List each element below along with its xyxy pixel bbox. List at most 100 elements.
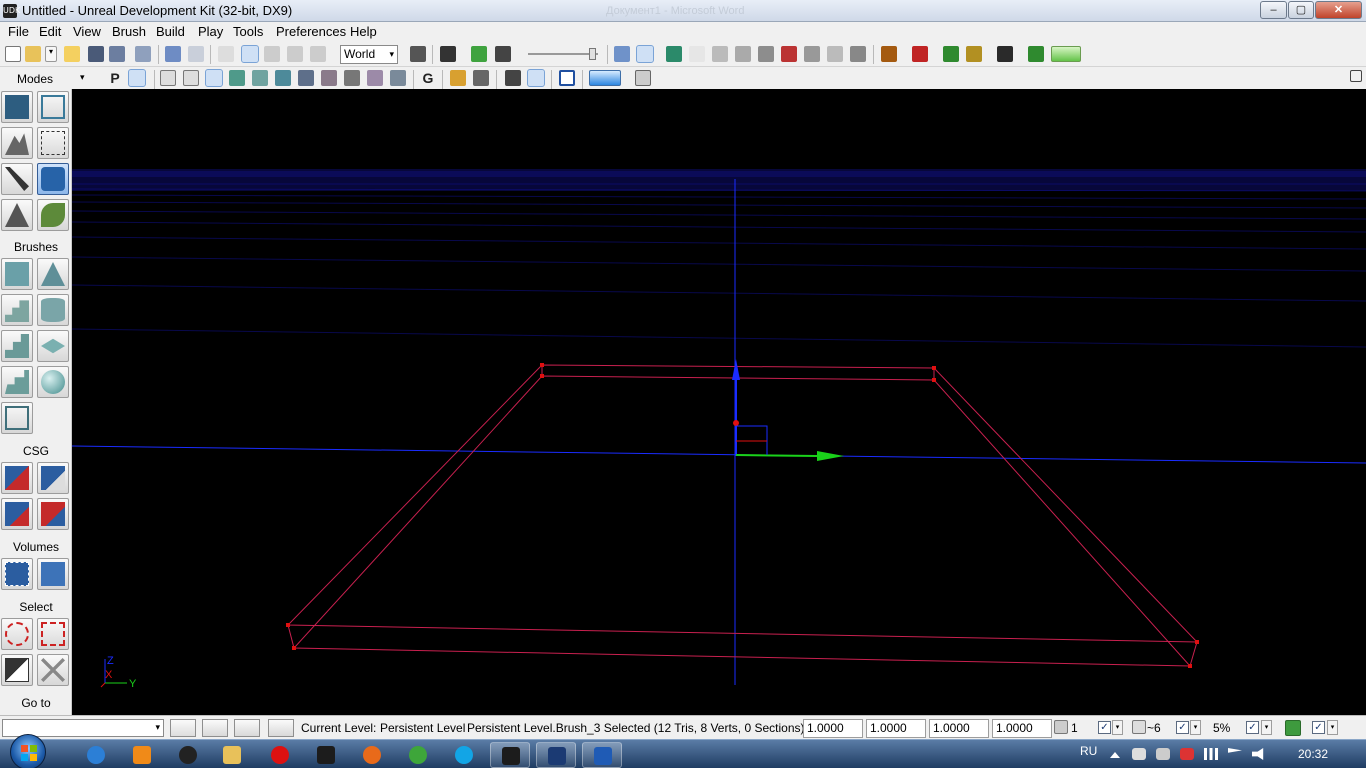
taskbar-firefox[interactable]: [352, 742, 392, 768]
scale-snap-value[interactable]: 5%: [1213, 721, 1230, 735]
scale-mode-icon[interactable]: [287, 46, 303, 62]
y-arrow-shaft[interactable]: [735, 454, 818, 457]
taskbar-media-player[interactable]: [122, 742, 162, 768]
drag-grid-x-field[interactable]: 1.0000: [803, 719, 863, 738]
geometry-mode-button[interactable]: [37, 91, 69, 123]
menu-preferences[interactable]: Preferences: [274, 24, 348, 39]
volumetric-brush-button[interactable]: [1, 402, 33, 434]
lightbulb-icon[interactable]: [202, 719, 228, 737]
sphere-brush-button[interactable]: [37, 366, 69, 398]
grid-snap-dropdown[interactable]: ▾: [1112, 720, 1123, 735]
move-mode-button[interactable]: [37, 127, 69, 159]
lighting-only-icon[interactable]: [252, 70, 268, 86]
brush-vertices[interactable]: [286, 363, 1199, 668]
csg-subtract-button[interactable]: [37, 462, 69, 494]
menu-view[interactable]: View: [71, 24, 103, 39]
drag-grid-toggle-icon[interactable]: [170, 719, 196, 737]
lightmap-density-icon[interactable]: [344, 70, 360, 86]
show-selected-only-button[interactable]: [1, 618, 33, 650]
menu-file[interactable]: File: [6, 24, 31, 39]
taskbar-udk-1[interactable]: [306, 742, 346, 768]
cook-package-icon[interactable]: [943, 46, 959, 62]
save-all-icon[interactable]: [109, 46, 125, 62]
menu-edit[interactable]: Edit: [37, 24, 63, 39]
language-indicator[interactable]: RU: [1080, 744, 1097, 758]
matinee-icon[interactable]: [495, 46, 511, 62]
build-all-icon[interactable]: [758, 46, 774, 62]
ruler-snap-icon[interactable]: [234, 719, 260, 737]
lit-lightmap-icon[interactable]: [367, 70, 383, 86]
build-lighting-icon[interactable]: [689, 46, 705, 62]
kismet-icon[interactable]: [471, 46, 487, 62]
invert-selection-button[interactable]: [1, 654, 33, 686]
find-binoculars-icon[interactable]: [410, 46, 426, 62]
rotation-snap-dropdown[interactable]: ▾: [1190, 720, 1201, 735]
build-cover-icon[interactable]: [735, 46, 751, 62]
restore-viewport-icon[interactable]: [1350, 70, 1362, 82]
show-eye-icon[interactable]: [473, 70, 489, 86]
volume-speaker-icon[interactable]: [1252, 748, 1264, 760]
save-icon[interactable]: [88, 46, 104, 62]
grid-size-value[interactable]: 1: [1071, 721, 1078, 735]
csg-intersect-button[interactable]: [1, 498, 33, 530]
x-arrow-head[interactable]: [733, 420, 739, 426]
rotation-snap-value[interactable]: ~6: [1147, 721, 1161, 735]
autosave-dropdown[interactable]: ▾: [1327, 720, 1338, 735]
scale-snap-checkbox[interactable]: ✓: [1246, 721, 1259, 734]
lit-icon[interactable]: [229, 70, 245, 86]
csg-deintersect-button[interactable]: [37, 498, 69, 530]
lock-viewport-icon[interactable]: [128, 69, 146, 87]
texture-stats-icon[interactable]: [827, 46, 843, 62]
cube-brush-button[interactable]: [1, 258, 33, 290]
build-geometry-icon[interactable]: [666, 46, 682, 62]
recent-files-dropdown-icon[interactable]: ▾: [45, 46, 57, 62]
light-complexity-icon[interactable]: [275, 70, 291, 86]
rotation-snap-checkbox[interactable]: ✓: [1176, 721, 1189, 734]
maximize-button[interactable]: ▢: [1288, 1, 1314, 19]
shader-complexity-icon[interactable]: [321, 70, 337, 86]
add-special-volume-button[interactable]: [37, 558, 69, 590]
action-center-flag-icon[interactable]: [1228, 748, 1242, 753]
foliage-mode-button[interactable]: [37, 199, 69, 231]
drag-grid-z-field[interactable]: 1.0000: [929, 719, 989, 738]
play-on-pc-icon[interactable]: [997, 46, 1013, 62]
rotate-mode-icon[interactable]: [264, 46, 280, 62]
coordinate-system-select[interactable]: World ▾: [340, 45, 398, 64]
scale-snap-dropdown[interactable]: ▾: [1261, 720, 1272, 735]
mesh-paint-mode-button[interactable]: [37, 163, 69, 195]
translate-gizmo[interactable]: [732, 359, 844, 461]
autosave-icon[interactable]: [1285, 720, 1301, 736]
csg-add-button[interactable]: [1, 462, 33, 494]
play-in-console-icon[interactable]: [912, 46, 928, 62]
open-folder-icon[interactable]: [25, 46, 41, 62]
select-cursor-icon[interactable]: [218, 46, 234, 62]
menu-tools[interactable]: Tools: [231, 24, 265, 39]
wireframe-icon[interactable]: [183, 70, 199, 86]
clock[interactable]: 20:32: [1298, 747, 1328, 761]
network-signal-icon[interactable]: [1204, 748, 1218, 760]
unreal-script-icon[interactable]: [881, 46, 897, 62]
menu-help[interactable]: Help: [348, 24, 379, 39]
perspective-viewport[interactable]: Z X Y: [72, 89, 1366, 715]
drag-grid-scale-field[interactable]: 1.0000: [992, 719, 1052, 738]
tray-app-icon[interactable]: [1132, 748, 1146, 760]
taskbar-udk-active[interactable]: [490, 742, 530, 768]
start-button[interactable]: [10, 734, 46, 768]
light-info-icon[interactable]: [804, 46, 820, 62]
camera-speed-slider[interactable]: [528, 48, 598, 60]
favorite-star-icon[interactable]: [64, 46, 80, 62]
taskbar-opera[interactable]: [260, 742, 300, 768]
undo-icon[interactable]: [165, 46, 181, 62]
show-hidden-icons-icon[interactable]: [1110, 752, 1120, 758]
current-level-value[interactable]: Persistent Level: [380, 721, 465, 735]
hide-selected-button[interactable]: [37, 618, 69, 650]
content-browser-icon[interactable]: [440, 46, 456, 62]
lock-selection-icon[interactable]: [450, 70, 466, 86]
new-file-icon[interactable]: [5, 46, 21, 62]
realtime-audio-icon[interactable]: [527, 69, 545, 87]
taskbar-app-3[interactable]: [168, 742, 208, 768]
perspective-toggle-icon[interactable]: P: [107, 70, 123, 86]
camera-mode-button[interactable]: [1, 91, 33, 123]
terrain-mode-button[interactable]: [1, 127, 33, 159]
brush-wireframe[interactable]: [286, 364, 1199, 667]
